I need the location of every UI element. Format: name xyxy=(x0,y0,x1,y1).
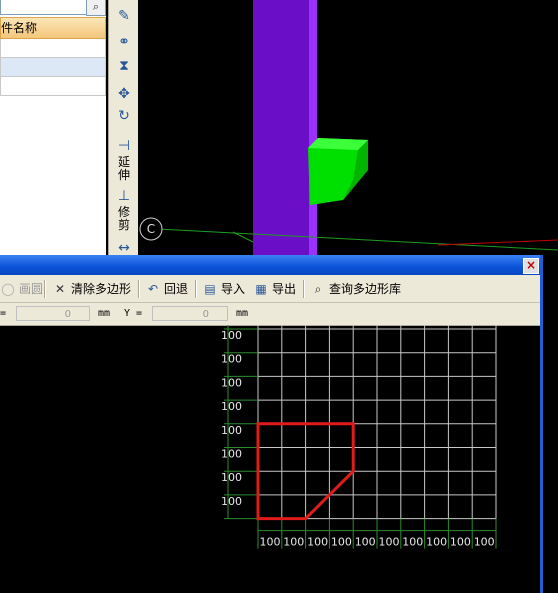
x-unit: mm xyxy=(98,308,111,319)
dimension-label-horizontal: 100 xyxy=(307,536,328,549)
rotate-icon[interactable]: ↻ xyxy=(113,106,135,126)
export-label: 导出 xyxy=(272,282,297,296)
coordinate-bar: = 0 mm Y = 0 mm xyxy=(0,303,540,326)
clear-icon: ✕ xyxy=(54,282,66,296)
dialog-titlebar[interactable]: × xyxy=(0,255,543,275)
dimension-label-vertical: 100 xyxy=(221,424,242,437)
purple-column[interactable] xyxy=(253,0,309,255)
toolbar-separator xyxy=(195,280,197,298)
viewport-canvas: C xyxy=(139,0,558,255)
brush-icon[interactable]: ✎ xyxy=(113,6,135,26)
dimension-label-horizontal: 100 xyxy=(426,536,447,549)
edit-toolbar: ✎ ⚭ ⧗ ✥ ↻ ⊣ 延 伸 ⊥ 修 剪 ↔ xyxy=(108,0,139,256)
column-header-component-name[interactable]: 构件名称 xyxy=(0,17,106,39)
dimension-label-horizontal: 100 xyxy=(283,536,304,549)
dimension-label-horizontal: 100 xyxy=(260,536,281,549)
dimension-label-horizontal: 100 xyxy=(474,536,495,549)
search-input[interactable] xyxy=(0,0,88,15)
search-icon[interactable]: ⌕ xyxy=(86,0,106,16)
dimension-label-vertical: 100 xyxy=(221,329,242,342)
purple-column-edge xyxy=(309,0,317,255)
undo-label: 回退 xyxy=(164,282,189,296)
mirror-icon[interactable]: ⧗ xyxy=(113,56,135,76)
dimension-label-horizontal: 100 xyxy=(355,536,376,549)
dimension-label-horizontal: 100 xyxy=(331,536,352,549)
axis-line-red xyxy=(437,239,558,246)
x-label: = xyxy=(0,308,7,319)
query-polygon-library-button[interactable]: ⌕ 查询多边形库 xyxy=(310,279,401,299)
trim-icon[interactable]: ⊥ xyxy=(113,186,135,206)
dimension-label-horizontal: 100 xyxy=(450,536,471,549)
query-polygon-library-label: 查询多边形库 xyxy=(329,282,402,296)
toolbar-separator xyxy=(303,280,305,298)
list-item-selected[interactable] xyxy=(0,58,106,77)
list-item[interactable] xyxy=(0,39,106,58)
y-unit: mm xyxy=(236,308,249,319)
dialog-right-border xyxy=(540,255,543,593)
export-icon: ▦ xyxy=(255,282,267,296)
close-button[interactable]: × xyxy=(523,258,539,274)
toolbar-separator xyxy=(138,280,140,298)
import-icon: ▤ xyxy=(204,282,216,296)
3d-viewport[interactable]: C xyxy=(138,0,558,255)
x-coordinate-input[interactable]: 0 xyxy=(16,306,90,321)
dimension-label-vertical: 100 xyxy=(221,400,242,413)
draw-arc-button[interactable]: ◯ 画圆 xyxy=(0,279,43,299)
undo-icon: ↶ xyxy=(147,282,159,296)
dialog-toolbar: ◯ 画圆 ✕ 清除多边形 ↶ 回退 ▤ 导入 ▦ 导出 ⌕ 查询多边形库 xyxy=(0,275,540,303)
dimension-label-vertical: 100 xyxy=(221,353,242,366)
draw-arc-label: 画圆 xyxy=(19,282,44,296)
move-icon[interactable]: ✥ xyxy=(113,84,135,104)
circle-icon: ◯ xyxy=(1,282,15,296)
dimension-label-horizontal: 100 xyxy=(379,536,400,549)
dimension-label-vertical: 100 xyxy=(221,471,242,484)
y-coordinate-input[interactable]: 0 xyxy=(152,306,228,321)
green-block-top xyxy=(308,138,368,150)
import-button[interactable]: ▤ 导入 xyxy=(202,279,245,299)
component-list-panel: ⌕ 构件名称 xyxy=(0,0,106,255)
toolbar-separator xyxy=(44,280,46,298)
import-label: 导入 xyxy=(221,282,246,296)
extend-icon[interactable]: ⊣ xyxy=(113,136,135,156)
export-button[interactable]: ▦ 导出 xyxy=(253,279,296,299)
dimension-label-vertical: 100 xyxy=(221,495,242,508)
clear-polygon-label: 清除多边形 xyxy=(71,282,132,296)
extend-label-2[interactable]: 伸 xyxy=(115,169,133,182)
dimension-label-vertical: 100 xyxy=(221,448,242,461)
y-label: Y = xyxy=(124,308,143,319)
undo-button[interactable]: ↶ 回退 xyxy=(145,279,188,299)
copy-icon[interactable]: ⚭ xyxy=(113,32,135,52)
axis-label: C xyxy=(147,222,155,236)
axis-line-green xyxy=(157,228,558,251)
clear-polygon-button[interactable]: ✕ 清除多边形 xyxy=(52,279,131,299)
search-icon: ⌕ xyxy=(314,282,322,296)
dimension-label-vertical: 100 xyxy=(221,376,242,389)
polygon-grid[interactable]: 100100100100100100100100100 100 100 100 100 1… xyxy=(0,325,540,593)
dimension-label-horizontal: 100 xyxy=(402,536,423,549)
list-item[interactable] xyxy=(0,77,106,96)
trim-label-2[interactable]: 剪 xyxy=(115,219,133,232)
column-header-label: 构件名称 xyxy=(1,21,38,35)
